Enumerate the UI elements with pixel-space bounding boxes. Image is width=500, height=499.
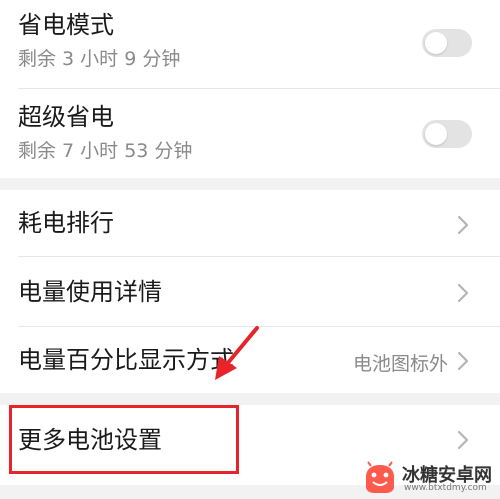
usage-details-title: 电量使用详情: [18, 278, 162, 306]
percentage-display-value: 电池图标外: [352, 353, 448, 375]
battery-settings-page: 省电模式 剩余 3 小时 9 分钟 超级省电 剩余 7 小时 53 分钟 耗电排…: [0, 0, 500, 499]
ultra-power-saving-remaining: 剩余 7 小时 53 分钟: [18, 140, 193, 162]
highlight-box: [9, 405, 239, 474]
power-saving-toggle[interactable]: [422, 29, 472, 57]
chevron-right-icon: [457, 430, 469, 450]
ultra-power-saving-toggle[interactable]: [422, 120, 472, 148]
power-ranking-row[interactable]: 耗电排行: [0, 190, 500, 256]
power-saving-remaining: 剩余 3 小时 9 分钟: [18, 48, 181, 70]
ultra-power-saving-title: 超级省电: [18, 103, 114, 131]
chevron-right-icon: [457, 283, 469, 303]
usage-details-row[interactable]: 电量使用详情: [0, 257, 500, 326]
divider: [18, 88, 500, 89]
android-logo-icon: [366, 461, 394, 493]
chevron-right-icon: [457, 215, 469, 235]
power-ranking-title: 耗电排行: [18, 209, 114, 237]
toggle-knob: [425, 32, 447, 54]
chevron-right-icon: [457, 351, 469, 371]
red-arrow-icon: [215, 326, 259, 380]
section-gap: [0, 393, 500, 405]
section-gap: [0, 178, 500, 190]
watermark-url: www.btxtdmy.com: [404, 483, 487, 493]
toggle-knob: [425, 123, 447, 145]
power-saving-title: 省电模式: [18, 11, 114, 39]
watermark: 冰糖安卓网 www.btxtdmy.com: [358, 459, 498, 497]
